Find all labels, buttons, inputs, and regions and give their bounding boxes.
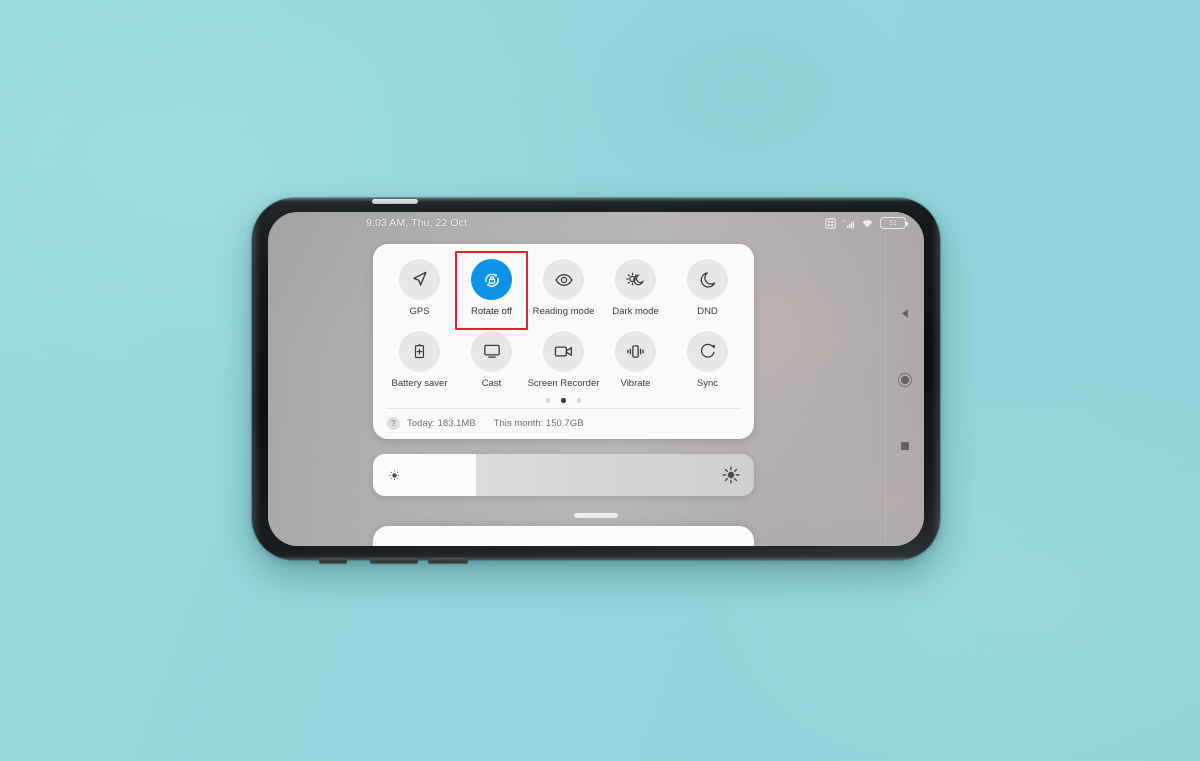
battery-saver-tile-circle	[399, 330, 440, 372]
quick-tile-dnd[interactable]: DND	[673, 253, 742, 321]
brightness-slider[interactable]	[373, 454, 754, 496]
quick-tile-cast[interactable]: Cast	[457, 325, 526, 393]
panel-drag-handle[interactable]	[574, 513, 618, 518]
nav-recents-button[interactable]	[899, 440, 911, 452]
quick-settings-panel: GPS Rotate off Reading mode Dark mode DN…	[373, 244, 754, 439]
sync-tile-circle	[687, 330, 728, 372]
navigation-bar	[885, 212, 924, 546]
dark-mode-tile-circle	[615, 259, 656, 300]
video-camera-icon	[554, 345, 573, 357]
quick-settings-row-1: GPS Rotate off Reading mode Dark mode DN…	[373, 251, 754, 330]
quick-tile-screen-recorder[interactable]: Screen Recorder	[527, 325, 600, 393]
eye-icon	[554, 273, 573, 286]
quick-settings-row-2: Battery saver Cast Screen Recorder Vibra…	[373, 325, 754, 393]
nav-home-button[interactable]	[897, 372, 913, 388]
dnd-tile-circle	[687, 259, 728, 300]
page-dot-3[interactable]	[576, 398, 582, 403]
quick-tile-battery-saver[interactable]: Battery saver	[385, 325, 454, 393]
cast-tile-circle	[471, 330, 512, 372]
recents-square-icon	[901, 441, 909, 450]
status-bar: 9:03 AM, Thu, 22 Oct 4G 51	[268, 212, 924, 234]
data-usage-today: Today: 183.1MB	[407, 418, 476, 429]
quick-tile-label: Battery saver	[391, 377, 448, 389]
quick-tile-sync[interactable]: Sync	[673, 325, 742, 393]
reading-mode-tile-circle	[543, 259, 584, 300]
power-button[interactable]	[319, 558, 347, 563]
phone-screen: 9:03 AM, Thu, 22 Oct 4G 51 GPS Rotate of…	[268, 212, 924, 546]
volume-down-button[interactable]	[428, 558, 468, 563]
quick-tile-label: Vibrate	[620, 377, 651, 389]
vibrate-tile-circle	[615, 330, 656, 372]
wifi-icon	[862, 219, 873, 227]
data-usage-month: This month: 150.7GB	[493, 418, 584, 429]
quick-tile-vibrate[interactable]: Vibrate	[601, 325, 670, 393]
brightness-high-icon	[722, 466, 740, 484]
signal-bars-icon: 4G	[842, 219, 854, 228]
scene-backdrop: 9:03 AM, Thu, 22 Oct 4G 51 GPS Rotate of…	[0, 0, 1200, 761]
battery-plus-icon	[414, 343, 425, 358]
sim-card-icon	[825, 217, 836, 229]
page-dot-2-active[interactable]	[561, 398, 566, 403]
monitor-icon	[483, 344, 500, 358]
page-indicator-dots[interactable]	[373, 393, 754, 408]
rotate-off-tile-circle	[471, 259, 512, 300]
navigation-arrow-icon	[413, 271, 427, 286]
rotation-lock-icon	[484, 273, 499, 287]
quick-tile-label: Screen Recorder	[527, 377, 600, 389]
quick-tile-dark-mode[interactable]: Dark mode	[601, 253, 670, 321]
sun-moon-icon	[626, 272, 645, 286]
svg-text:4G: 4G	[842, 219, 847, 223]
quick-tile-label: Dark mode	[612, 306, 659, 317]
quick-tile-gps[interactable]: GPS	[385, 253, 454, 321]
status-bar-clock: 9:03 AM, Thu, 22 Oct	[366, 217, 468, 229]
back-triangle-icon	[901, 308, 908, 318]
quick-tile-label: Rotate off	[470, 306, 513, 317]
quick-tile-label: Sync	[696, 377, 719, 389]
moon-icon	[700, 271, 715, 288]
earpiece-speaker	[372, 199, 418, 204]
gps-tile-circle	[399, 259, 440, 300]
home-circle-icon	[897, 372, 913, 387]
help-icon[interactable]: ?	[387, 417, 400, 430]
page-dot-1[interactable]	[545, 398, 551, 403]
nav-back-button[interactable]	[899, 307, 912, 320]
sync-circle-icon	[700, 343, 715, 358]
brightness-low-icon	[389, 469, 400, 481]
vibrate-icon	[627, 344, 644, 358]
quick-tile-label: DND	[697, 306, 718, 317]
volume-up-button[interactable]	[370, 558, 418, 563]
quick-tile-rotate-off[interactable]: Rotate off	[455, 251, 528, 330]
quick-tile-label: GPS	[409, 306, 430, 317]
data-usage-row[interactable]: ? Today: 183.1MB This month: 150.7GB	[373, 409, 754, 439]
quick-tile-label: Reading mode	[532, 306, 595, 317]
quick-tile-reading-mode[interactable]: Reading mode	[529, 253, 598, 321]
screen-recorder-tile-circle	[543, 330, 584, 372]
notification-card-peek[interactable]	[373, 526, 754, 546]
quick-tile-label: Cast	[481, 377, 502, 389]
